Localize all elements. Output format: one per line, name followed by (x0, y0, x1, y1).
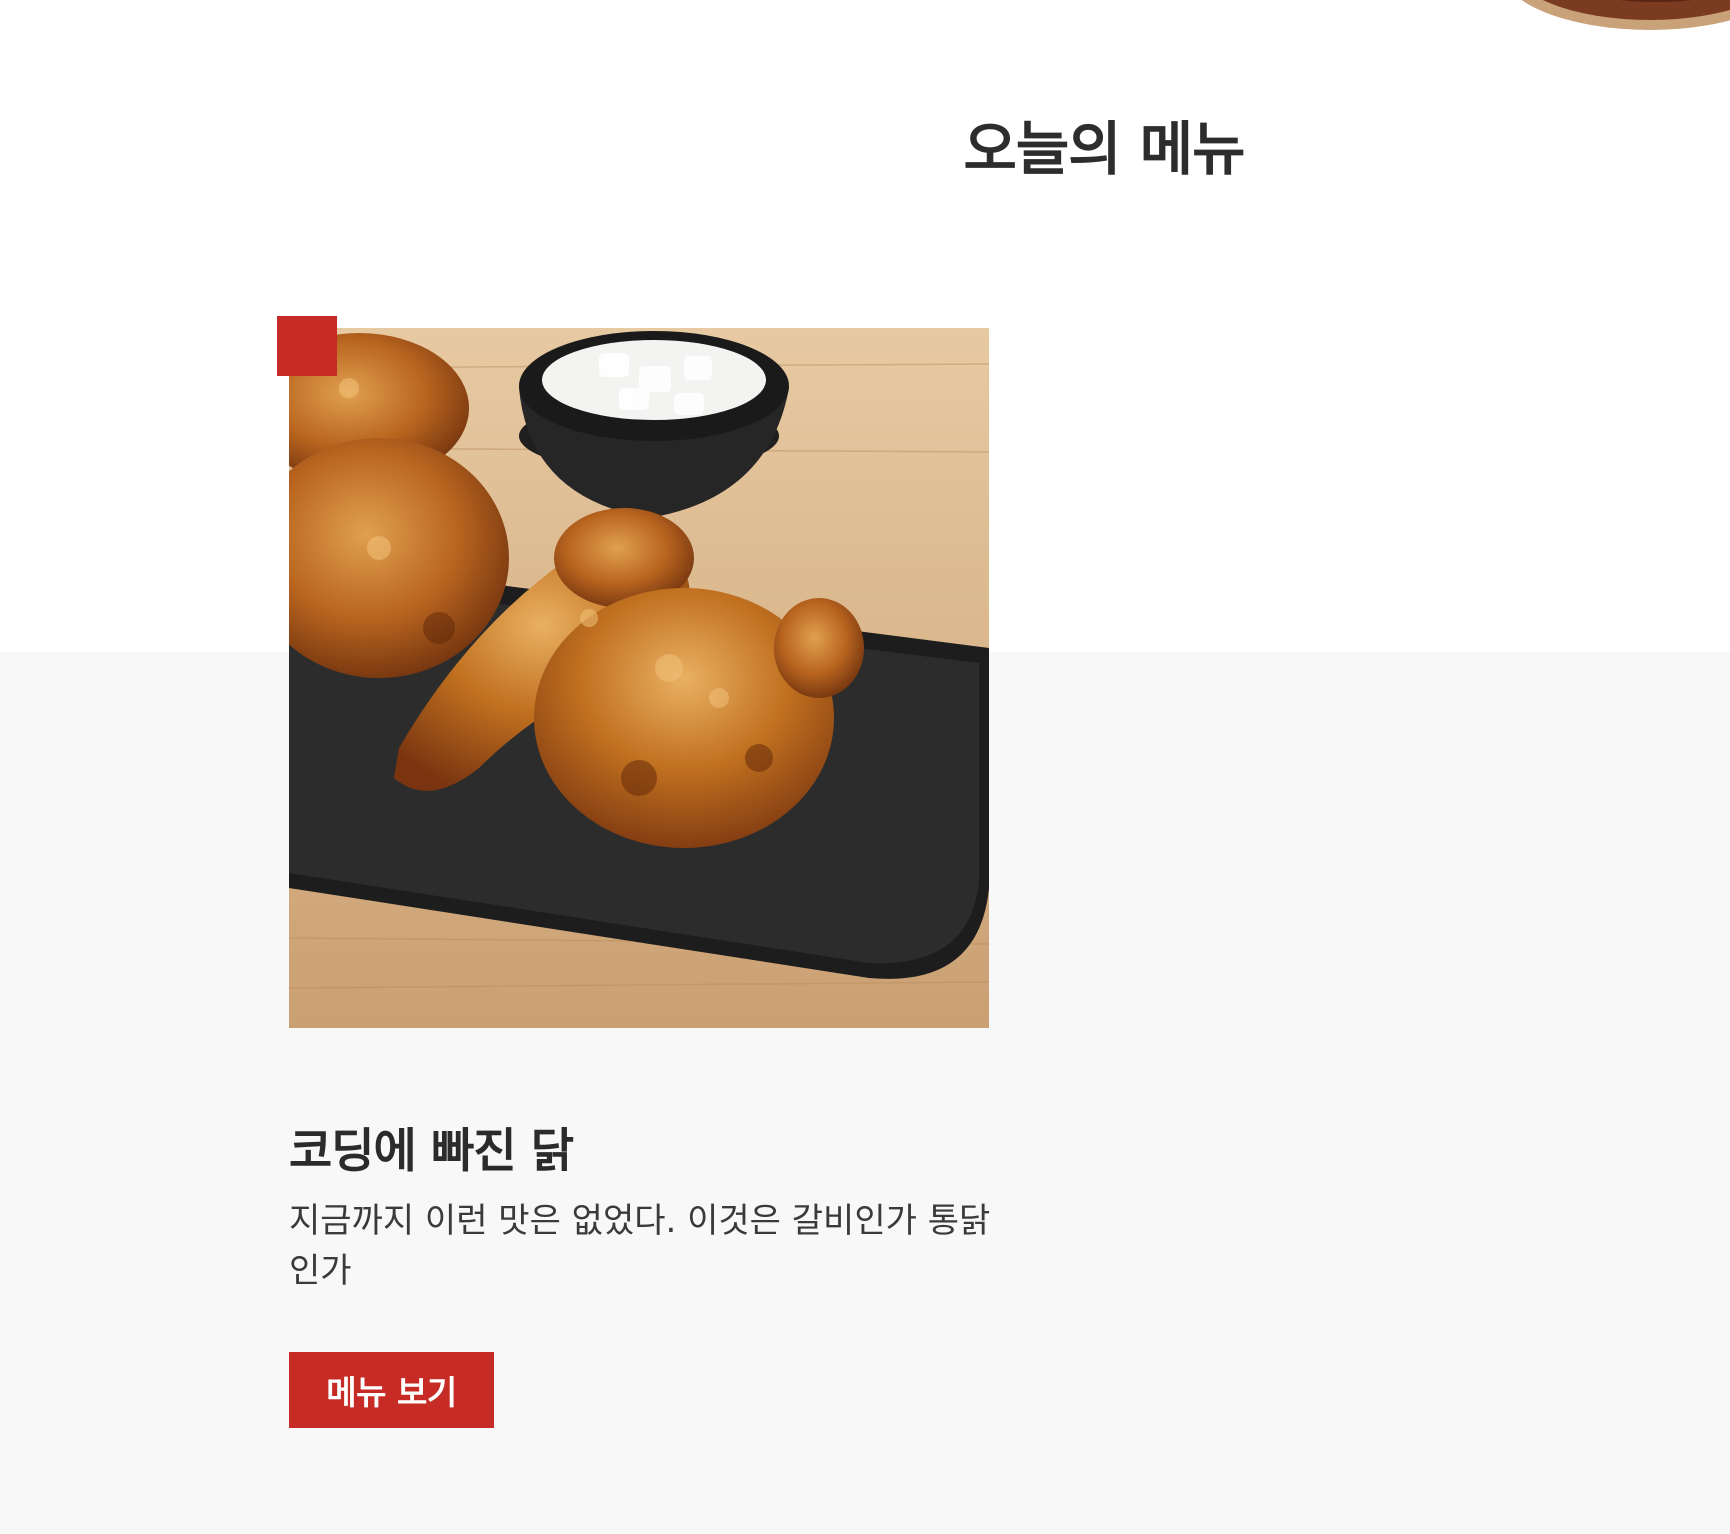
menu-photo (289, 328, 989, 1028)
menu-item-description: 지금까지 이런 맛은 없었다. 이것은 갈비인가 통닭인가 (289, 1201, 991, 1291)
dish-image-partial (1521, 0, 1730, 30)
section-title: 오늘의 메뉴 (963, 115, 1246, 183)
accent-square (277, 316, 337, 376)
view-menu-button[interactable]: 메뉴 보기 (289, 1352, 494, 1428)
menu-item-title: 코딩에 빠진 닭 (289, 1124, 574, 1179)
